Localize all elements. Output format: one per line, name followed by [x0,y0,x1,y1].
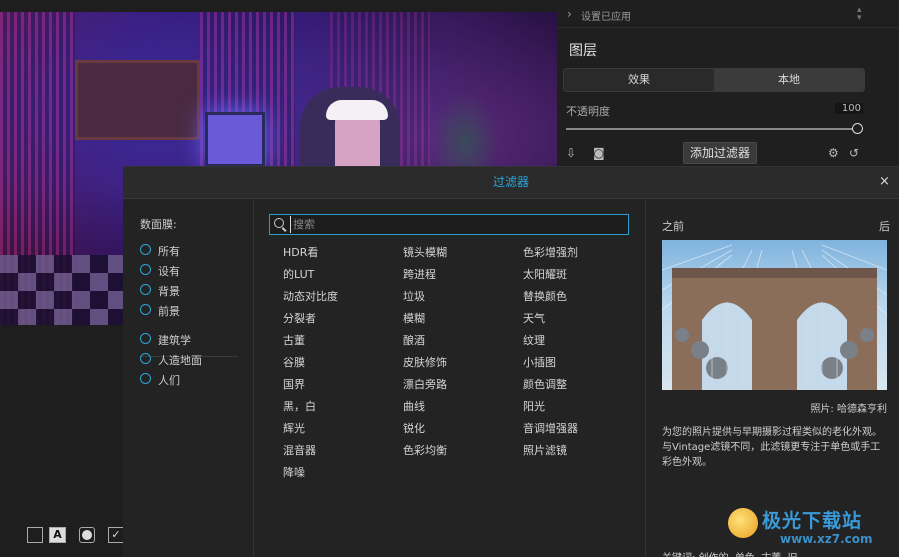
reset-icon[interactable]: ↺ [849,146,859,160]
before-label: 之前 [662,220,684,233]
opacity-label: 不透明度 [566,105,610,118]
radio-icon[interactable] [140,304,151,315]
up-down-icon[interactable]: ▴ ▾ [857,6,862,23]
shelf [75,60,200,140]
mask-icon[interactable]: ◙ [593,146,605,160]
filter-item[interactable]: 太阳耀斑 [523,266,567,282]
filter-preview-pane: 之前 后 照片: 哈德森亨利 为您的照片提供与早期摄影过程类似的老化外观。与Vi… [645,200,899,557]
watermark-logo-icon [728,508,758,538]
tab-local[interactable]: 本地 [714,69,864,91]
opacity-value[interactable]: 100 [835,103,863,114]
bridge-illustration [662,244,887,390]
watermark: 极光下载站 www.xz7.com [728,506,898,552]
category-label: 所有 [158,245,180,258]
category-label: 建筑学 [158,334,191,347]
filter-item[interactable]: HDR看 [283,244,318,260]
import-icon[interactable]: ⇩ [566,146,576,160]
hat [326,100,388,120]
filter-item[interactable]: 酿酒 [403,332,425,348]
filter-item[interactable]: 混音器 [283,442,316,458]
filter-item[interactable]: 天气 [523,310,545,326]
arcade-screen [205,112,265,167]
layers-title: 图层 [569,43,597,59]
filter-item[interactable]: 音调增强器 [523,420,578,436]
dialog-title: 过滤器 [492,175,529,189]
text-tool-icon[interactable]: A [49,527,66,543]
category-label: 人们 [158,374,180,387]
filter-item[interactable]: 颜色调整 [523,376,567,392]
filter-item[interactable]: 替换颜色 [523,288,567,304]
chevron-right-icon: › [567,7,572,21]
search-icon [274,218,284,228]
filter-item[interactable]: 垃圾 [403,288,425,304]
filter-dialog: 过滤器 × 数面膜: 所有 设有 背景 前景 建筑学 人造地面 人们 搜索 HD… [123,166,899,557]
category-label: 设有 [158,265,180,278]
opacity-slider[interactable] [566,128,856,130]
search-box[interactable] [269,214,629,235]
watermark-text: 极光下载站 [762,510,863,532]
applied-label: 设置已应用 [581,12,631,23]
filter-item[interactable]: 古董 [283,332,305,348]
filter-item[interactable]: 模糊 [403,310,425,326]
filter-item[interactable]: 的LUT [283,266,314,282]
radio-icon[interactable] [140,353,151,364]
filter-item[interactable]: 小插图 [523,354,556,370]
gear-icon[interactable]: ⚙ [828,146,839,160]
filter-description: 为您的照片提供与早期摄影过程类似的老化外观。与Vintage滤镜不同，此滤镜更专… [662,427,882,468]
filter-item[interactable]: 黑，白 [283,398,316,414]
after-label: 后 [879,220,890,233]
circle-mask-icon[interactable] [79,527,95,543]
radio-icon[interactable] [140,264,151,275]
filter-category-sidebar: 数面膜: 所有 设有 背景 前景 建筑学 人造地面 人们 [123,200,254,557]
filter-item[interactable]: 色彩增强剂 [523,244,578,260]
preview-image [662,240,887,390]
category-label: 前景 [158,305,180,318]
filter-item[interactable]: 锐化 [403,420,425,436]
filter-item[interactable]: 照片滤镜 [523,442,567,458]
filter-item[interactable]: 分裂者 [283,310,316,326]
watermark-url: www.xz7.com [780,532,873,546]
filter-item[interactable]: 动态对比度 [283,288,338,304]
radio-icon[interactable] [140,373,151,384]
filter-list-area: HDR看的LUT 动态对比度分裂者古董谷膜国界黑，白辉光混音器降噪 镜头模糊跨进程垃… [255,200,645,557]
photo-credit: 照片: 哈德森亨利 [810,404,887,415]
filter-item[interactable]: 阳光 [523,398,545,414]
filter-item[interactable]: 跨进程 [403,266,436,282]
filter-item[interactable]: 曲线 [403,398,425,414]
radio-icon[interactable] [140,244,151,255]
search-input[interactable] [290,216,624,233]
filter-item[interactable]: 纹理 [523,332,545,348]
add-filter-button[interactable]: 添加过滤器 [683,142,757,164]
close-icon[interactable]: × [879,174,890,189]
filter-item[interactable]: 镜头模糊 [403,244,447,260]
filter-item[interactable]: 色彩均衡 [403,442,447,458]
filter-item[interactable]: 降噪 [283,464,305,480]
filter-item[interactable]: 皮肤修饰 [403,354,447,370]
sidebar-heading: 数面膜: [140,218,177,231]
filter-item[interactable]: 辉光 [283,420,305,436]
check-tool-icon[interactable]: ✓ [108,527,124,543]
checkbox-icon[interactable] [27,527,43,543]
category-label: 人造地面 [158,354,202,367]
dialog-header: 过滤器 × [123,167,899,199]
radio-icon[interactable] [140,284,151,295]
filter-item[interactable]: 漂白旁路 [403,376,447,392]
applied-settings-row[interactable]: › 设置已应用 ▴ ▾ [557,0,899,28]
radio-icon[interactable] [140,333,151,344]
filter-item[interactable]: 国界 [283,376,305,392]
layer-tabs: 效果 本地 [563,68,865,92]
category-label: 背景 [158,285,180,298]
filter-item[interactable]: 谷膜 [283,354,305,370]
opacity-slider-thumb[interactable] [852,123,863,134]
tab-effects[interactable]: 效果 [564,69,714,91]
